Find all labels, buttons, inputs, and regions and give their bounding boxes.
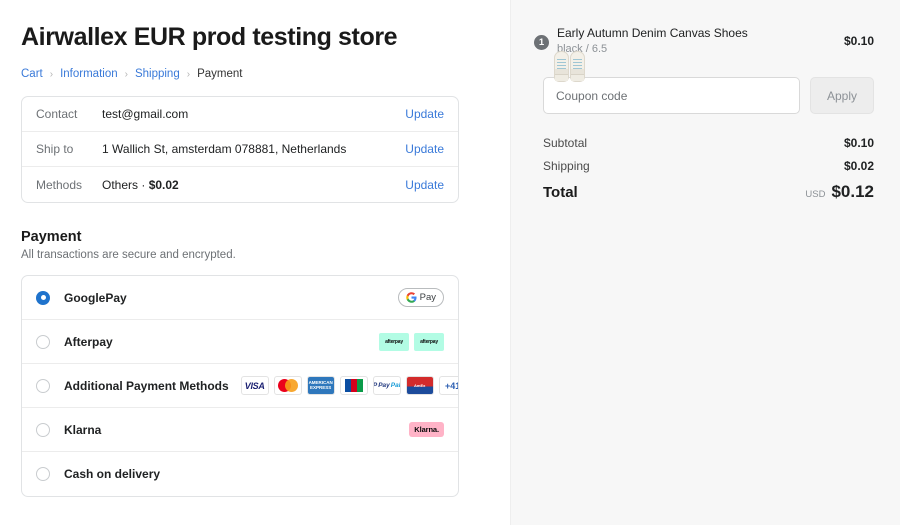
total-value: USD $0.12 [805, 182, 874, 202]
subtotal-row: Subtotal $0.10 [543, 136, 874, 150]
jcb-icon [339, 376, 368, 395]
chevron-right-icon: › [124, 68, 128, 80]
payment-label-afterpay: Afterpay [64, 334, 113, 349]
update-methods-link[interactable]: Update [405, 178, 444, 192]
summary-value-methods: Others · $0.02 [102, 178, 405, 192]
payment-method-list: GooglePay Pay Afterpay afterpay afterpay… [21, 275, 459, 497]
shipping-label: Shipping [543, 159, 590, 173]
payment-option-additional[interactable]: Additional Payment Methods VISA AMERICAN… [22, 364, 458, 408]
product-name: Early Autumn Denim Canvas Shoes [557, 26, 748, 40]
radio-afterpay[interactable] [36, 334, 50, 349]
klarna-icon: Klarna. [409, 422, 444, 437]
methods-amount: $0.02 [148, 177, 179, 192]
american-express-card-icon: AmEx [405, 376, 434, 395]
summary-value-ship-to: 1 Wallich St, amsterdam 078881, Netherla… [102, 142, 347, 156]
breadcrumb-item-payment: Payment [197, 68, 243, 80]
payment-badges-googlepay: Pay [397, 288, 444, 307]
summary-label-methods: Methods [36, 177, 83, 192]
summary-value-contact: test@gmail.com [102, 107, 189, 121]
amex-icon: AMERICAN EXPRESS [306, 376, 335, 395]
product-info: Early Autumn Denim Canvas Shoes black / … [557, 26, 834, 55]
payment-label-additional: Additional Payment Methods [64, 378, 229, 393]
currency-code: USD [805, 189, 826, 200]
more-payment-methods-chip[interactable]: +41 [438, 376, 458, 395]
subtotal-value: $0.10 [843, 136, 874, 150]
total-amount: $0.12 [831, 182, 874, 201]
payment-option-klarna[interactable]: Klarna Klarna. [22, 408, 458, 452]
paypal-icon: P Pay Pal [372, 376, 401, 395]
radio-cash-on-delivery[interactable] [36, 467, 50, 481]
apply-coupon-button[interactable]: Apply [810, 77, 874, 114]
shipping-row: Shipping $0.02 [543, 159, 874, 173]
quantity-badge: 1 [533, 33, 550, 51]
payment-label-googlepay: GooglePay [64, 290, 127, 305]
subtotal-label: Subtotal [543, 136, 588, 150]
summary-label-ship-to: Ship to [36, 142, 74, 156]
google-pay-label: Pay [419, 292, 436, 303]
summary-row-methods: Methods Others · $0.02 Update [22, 167, 458, 202]
visa-icon: VISA [240, 376, 269, 395]
order-summary-panel: 1 Early Autumn Denim Canvas Shoes black … [510, 0, 900, 525]
payment-subheading: All transactions are secure and encrypte… [21, 249, 236, 261]
methods-text: Others · [102, 177, 149, 192]
payment-heading: Payment [21, 229, 82, 245]
breadcrumb: Cart › Information › Shipping › Payment [21, 68, 510, 80]
radio-googlepay[interactable] [36, 290, 50, 305]
payment-option-cash-on-delivery[interactable]: Cash on delivery [22, 452, 458, 496]
checkout-main-column: Airwallex EUR prod testing store Cart › … [0, 0, 510, 525]
radio-klarna[interactable] [36, 422, 50, 437]
afterpay-icon: afterpay [414, 332, 444, 351]
mastercard-icon [273, 376, 302, 395]
coupon-section: Apply [543, 77, 874, 114]
chevron-right-icon: › [49, 68, 54, 80]
coupon-input[interactable] [543, 77, 800, 114]
payment-badges-klarna: Klarna. [409, 422, 444, 437]
shipping-value: $0.02 [843, 159, 874, 173]
checkout-page: Airwallex EUR prod testing store Cart › … [0, 0, 900, 525]
order-line-item: 1 Early Autumn Denim Canvas Shoes black … [533, 26, 874, 82]
payment-badges-afterpay: afterpay afterpay [379, 332, 444, 351]
summary-label-contact: Contact [36, 107, 78, 121]
google-pay-icon: Pay [397, 288, 444, 307]
total-label: Total [543, 184, 578, 201]
chevron-right-icon: › [186, 68, 191, 80]
update-contact-link[interactable]: Update [405, 107, 444, 121]
page-title: Airwallex EUR prod testing store [21, 23, 398, 51]
order-details-summary: Contact test@gmail.com Update Ship to 1 … [21, 96, 459, 203]
afterpay-icon: afterpay [379, 332, 409, 351]
payment-option-googlepay[interactable]: GooglePay Pay [22, 276, 458, 320]
product-variant: black / 6.5 [557, 43, 608, 55]
breadcrumb-item-information[interactable]: Information [60, 68, 118, 80]
google-g-icon [405, 292, 417, 303]
payment-option-afterpay[interactable]: Afterpay afterpay afterpay [22, 320, 458, 364]
summary-row-contact: Contact test@gmail.com Update [22, 97, 458, 132]
summary-row-ship-to: Ship to 1 Wallich St, amsterdam 078881, … [22, 132, 458, 167]
payment-badges-additional: VISA AMERICAN EXPRESS P Pay Pal AmEx +41 [240, 376, 458, 395]
breadcrumb-item-shipping[interactable]: Shipping [135, 68, 180, 80]
payment-label-cash-on-delivery: Cash on delivery [64, 467, 161, 481]
radio-additional-payment-methods[interactable] [36, 378, 50, 393]
update-ship-to-link[interactable]: Update [405, 142, 444, 156]
payment-label-klarna: Klarna [64, 422, 102, 437]
breadcrumb-item-cart[interactable]: Cart [21, 68, 43, 80]
total-row: Total USD $0.12 [543, 182, 874, 202]
product-price: $0.10 [843, 33, 874, 48]
